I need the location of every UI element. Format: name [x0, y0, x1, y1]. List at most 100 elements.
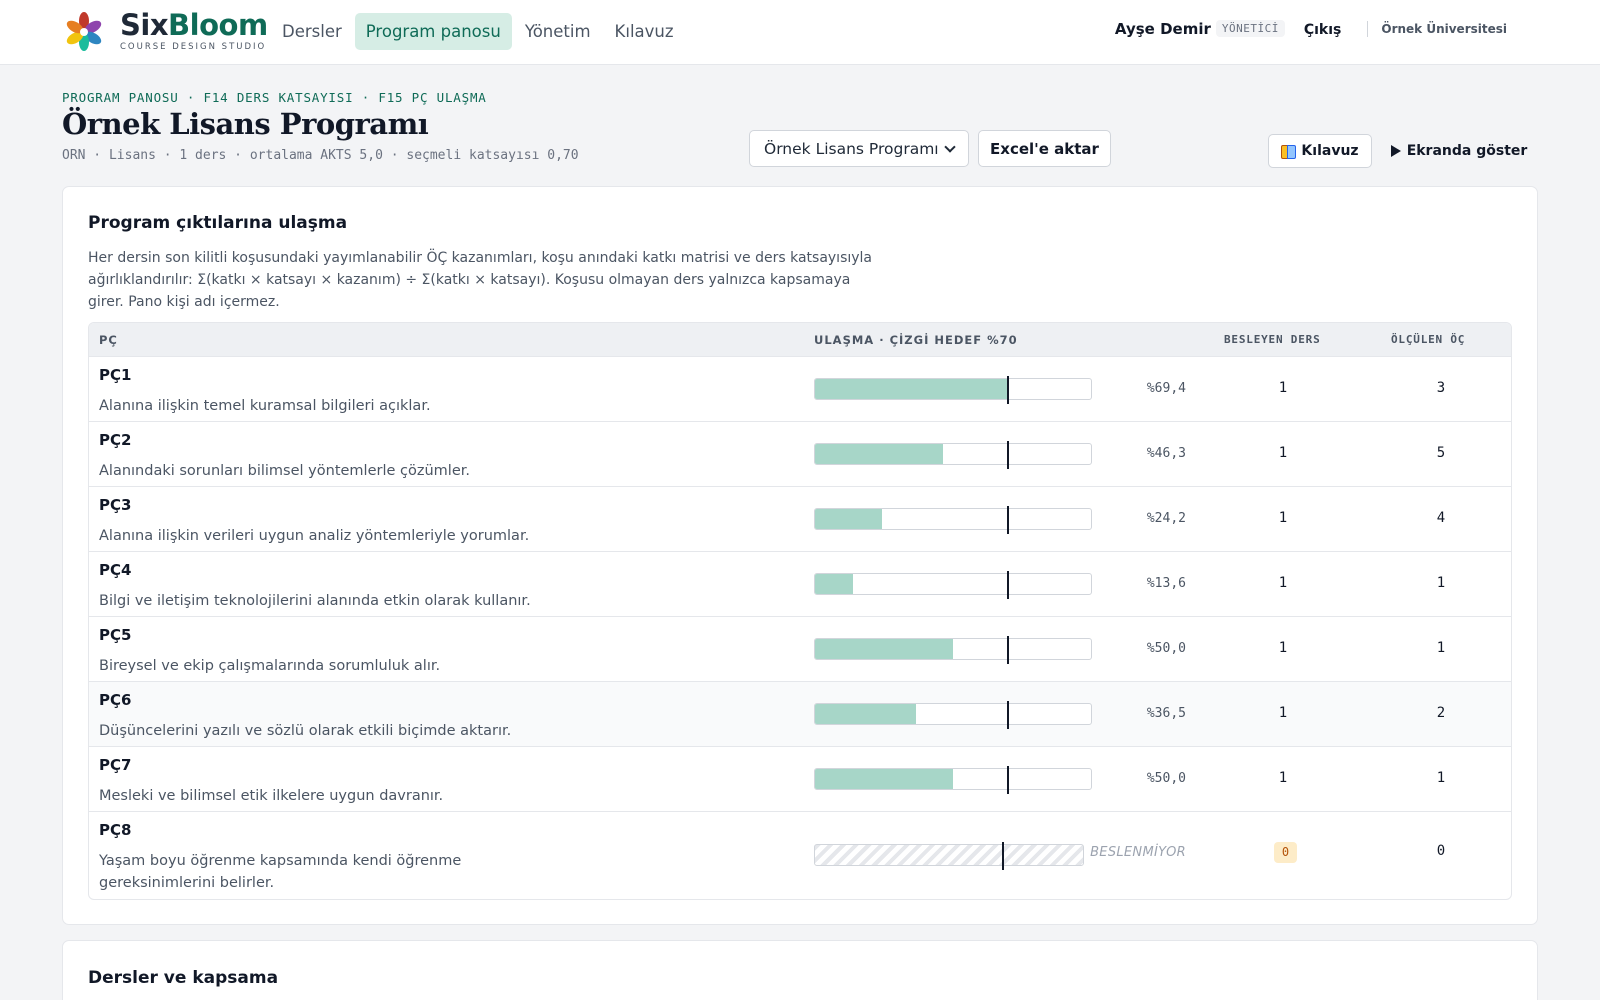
role-badge: YÖNETİCİ [1215, 20, 1285, 37]
feeding-count: 1 [1278, 575, 1288, 591]
outcome-code: PÇ3 [99, 496, 132, 514]
outcomes-table: PÇ ULAŞMA · ÇİZGİ HEDEF %70 BESLEYEN DER… [88, 322, 1512, 900]
target-line [1007, 766, 1009, 794]
feeding-count: 1 [1278, 380, 1288, 396]
achievement-bar [814, 571, 1092, 599]
outcome-description: Bilgi ve iletişim teknolojilerini alanın… [99, 593, 531, 609]
measured-count: 1 [1436, 575, 1446, 591]
outcome-row[interactable]: PÇ2 Alanındaki sorunları bilimsel yönteml… [89, 422, 1511, 487]
feeding-count: 1 [1278, 770, 1288, 786]
feeding-count-warning-badge: 0 [1274, 842, 1297, 863]
user-name: Ayşe Demir [1114, 19, 1211, 38]
export-excel-button[interactable]: Excel'e aktar [978, 130, 1111, 167]
measured-count: 4 [1436, 510, 1446, 526]
target-line [1007, 636, 1009, 664]
outcome-row[interactable]: PÇ5 Bireysel ve ekip çalışmalarında sorum… [89, 617, 1511, 682]
achievement-bar-fill [815, 509, 882, 529]
brand-name-part2: Bloom [168, 8, 268, 42]
outcome-description: Mesleki ve bilimsel etik ilkelere uygun … [99, 788, 444, 804]
courses-card: Dersler ve kapsama [62, 940, 1538, 1000]
measured-count: 1 [1436, 770, 1446, 786]
page-title: Örnek Lisans Programı [62, 107, 429, 141]
measured-count: 0 [1436, 843, 1446, 859]
achievement-percent: %69,4 [1146, 381, 1186, 396]
breadcrumb: PROGRAM PANOSU · F14 DERS KATSAYISI · F1… [62, 90, 487, 105]
guide-button[interactable]: Kılavuz [1268, 134, 1372, 168]
achievement-bar-fill [815, 379, 1007, 399]
outcome-code: PÇ4 [99, 561, 132, 579]
achievement-bar-fill [815, 574, 853, 594]
logout-link[interactable]: Çıkış [1304, 22, 1342, 38]
divider [1367, 20, 1369, 37]
outcome-code: PÇ6 [99, 691, 132, 709]
present-button-label: Ekranda göster [1406, 143, 1528, 159]
outcome-code: PÇ5 [99, 626, 132, 644]
achievement-bar [814, 441, 1092, 469]
achievement-bar-fill [815, 769, 953, 789]
column-header-measured-outcomes: ÖLÇÜLEN ÖÇ [1391, 333, 1466, 346]
outcome-row[interactable]: PÇ4 Bilgi ve iletişim teknolojilerini ala… [89, 552, 1511, 617]
measured-count: 5 [1436, 445, 1446, 461]
outcome-description: Alanındaki sorunları bilimsel yöntemlerl… [99, 463, 470, 479]
target-line [1007, 441, 1009, 469]
target-line [1007, 701, 1009, 729]
achievement-bar-fill [815, 704, 916, 724]
nav-dersler[interactable]: Dersler [271, 13, 353, 50]
measured-count: 2 [1436, 705, 1446, 721]
university-name: Örnek Üniversitesi [1381, 21, 1507, 36]
achievement-percent: %24,2 [1146, 511, 1186, 526]
outcome-row[interactable]: PÇ6 Düşüncelerini yazılı ve sözlü olarak … [89, 682, 1511, 747]
column-header-feeding-courses: BESLEYEN DERS [1224, 333, 1321, 346]
main-nav: Dersler Program panosu Yönetim Kılavuz [271, 13, 685, 50]
target-line [1007, 571, 1009, 599]
program-select[interactable]: Örnek Lisans Programı [749, 130, 969, 167]
achievement-percent: %36,5 [1146, 706, 1186, 721]
play-icon [1390, 145, 1401, 157]
outcome-row[interactable]: PÇ7 Mesleki ve bilimsel etik ilkelere uyg… [89, 747, 1511, 812]
chevron-down-icon [944, 140, 956, 153]
target-line [1007, 506, 1009, 534]
table-header: PÇ ULAŞMA · ÇİZGİ HEDEF %70 BESLEYEN DER… [89, 323, 1511, 357]
outcome-description: Alanına ilişkin verileri uygun analiz yö… [99, 528, 530, 544]
nav-yonetim[interactable]: Yönetim [514, 13, 602, 50]
achievement-bar [814, 842, 1084, 870]
flower-logo-icon[interactable] [66, 11, 102, 51]
nav-program-panosu[interactable]: Program panosu [354, 13, 512, 50]
outcome-row[interactable]: PÇ3 Alanına ilişkin verileri uygun analiz… [89, 487, 1511, 552]
program-select-value: Örnek Lisans Programı [764, 139, 939, 158]
feeding-count: 1 [1278, 510, 1288, 526]
outcomes-card-title: Program çıktılarına ulaşma [88, 213, 348, 233]
column-header-achievement: ULAŞMA · ÇİZGİ HEDEF %70 [814, 333, 1018, 347]
measured-count: 1 [1436, 640, 1446, 656]
outcome-row[interactable]: PÇ8 Yaşam boyu öğrenme kapsamında kendi ö… [89, 812, 1511, 898]
user-area: Ayşe Demir YÖNETİCİ Çıkış Örnek Üniversi… [1114, 19, 1507, 39]
brand-name: SixBloom [120, 7, 268, 43]
brand-name-part1: Six [120, 8, 169, 42]
outcomes-card-description: Her dersin son kilitli koşusundaki yayım… [88, 250, 873, 310]
book-icon [1281, 145, 1297, 159]
achievement-percent: %50,0 [1146, 771, 1186, 786]
achievement-bar [814, 701, 1092, 729]
courses-card-title: Dersler ve kapsama [88, 968, 279, 988]
feeding-count: 1 [1278, 445, 1288, 461]
achievement-percent: %13,6 [1146, 576, 1186, 591]
target-line [1002, 842, 1004, 870]
column-header-pc: PÇ [99, 333, 118, 347]
outcomes-card: Program çıktılarına ulaşma Her dersin so… [62, 186, 1538, 925]
feeding-count: 1 [1278, 640, 1288, 656]
brand-tagline: COURSE DESIGN STUDIO [120, 42, 267, 52]
outcome-description: Düşüncelerini yazılı ve sözlü olarak etk… [99, 723, 512, 739]
outcome-code: PÇ8 [99, 821, 132, 839]
brand[interactable]: SixBloom COURSE DESIGN STUDIO [120, 7, 268, 52]
outcome-row[interactable]: PÇ1 Alanına ilişkin temel kuramsal bilgil… [89, 357, 1511, 422]
outcome-code: PÇ2 [99, 431, 132, 449]
achievement-bar [814, 636, 1092, 664]
achievement-bar-fill [815, 639, 953, 659]
nav-kilavuz[interactable]: Kılavuz [604, 13, 685, 50]
guide-button-label: Kılavuz [1301, 143, 1359, 159]
achievement-bar [814, 766, 1092, 794]
outcome-description: Yaşam boyu öğrenme kapsamında kendi öğre… [99, 853, 462, 891]
feeding-count: 1 [1278, 705, 1288, 721]
top-bar: SixBloom COURSE DESIGN STUDIO Dersler Pr… [0, 0, 1600, 65]
present-on-screen-button[interactable]: Ekranda göster [1384, 134, 1534, 168]
